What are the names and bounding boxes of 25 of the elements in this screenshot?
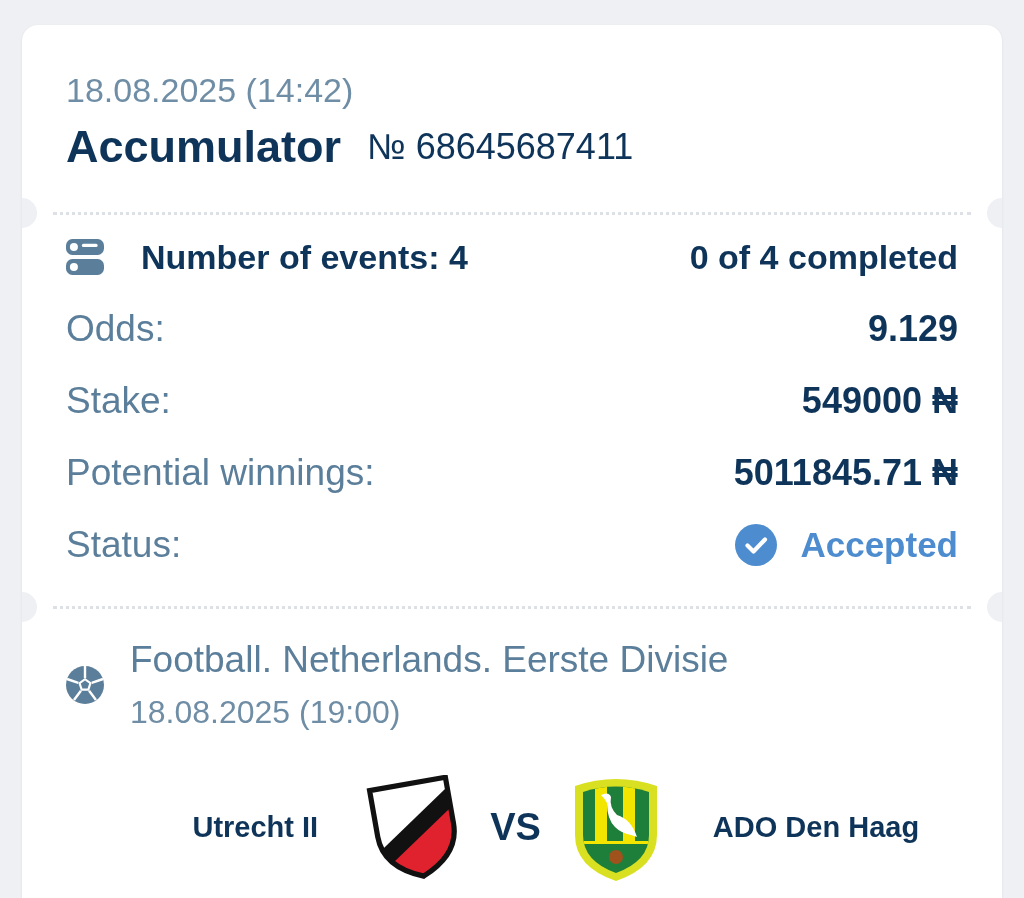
status-label: Status: bbox=[66, 524, 182, 566]
league-title: Football. Netherlands. Eerste Divisie bbox=[130, 638, 729, 682]
event-date: 18.08.2025 (19:00) bbox=[130, 693, 401, 731]
detail-label: Odds: bbox=[66, 308, 165, 350]
check-circle-icon bbox=[735, 524, 778, 566]
stacked-rows-icon bbox=[66, 239, 104, 275]
detail-label: Stake: bbox=[66, 380, 171, 422]
ticket-notch bbox=[987, 592, 1002, 622]
detail-value: 549000 ₦ bbox=[801, 380, 958, 422]
home-team-name: Utrecht II bbox=[192, 810, 319, 844]
soccer-ball-icon bbox=[66, 665, 104, 704]
ticket-notch bbox=[22, 592, 37, 622]
versus-label: VS bbox=[490, 805, 541, 849]
bet-type: Accumulator bbox=[66, 121, 342, 173]
away-team-name: ADO Den Haag bbox=[712, 810, 920, 844]
ticket-notch bbox=[987, 198, 1002, 228]
bet-date: 18.08.2025 (14:42) bbox=[66, 70, 354, 110]
completed-count: 0 of 4 completed bbox=[689, 237, 958, 277]
bet-number: № 68645687411 bbox=[367, 126, 634, 168]
events-count: Number of events: 4 bbox=[141, 237, 468, 277]
detail-value: 5011845.71 ₦ bbox=[733, 452, 958, 494]
status-value: Accepted bbox=[800, 525, 958, 565]
detail-label: Potential winnings: bbox=[66, 452, 375, 494]
ticket-notch bbox=[22, 198, 37, 228]
detail-value: 9.129 bbox=[867, 308, 958, 350]
